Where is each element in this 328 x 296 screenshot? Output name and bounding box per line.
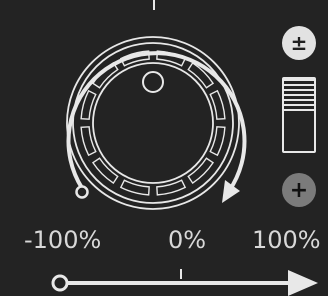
invert-polarity-button[interactable]: ±: [282, 26, 316, 60]
range-arrow-head-icon: [288, 270, 318, 296]
depth-fader[interactable]: [282, 77, 316, 153]
range-min-label: -100%: [24, 226, 102, 254]
arc-start-marker: [75, 185, 89, 199]
range-arrow-start-marker: [51, 274, 69, 292]
rotary-knob[interactable]: [66, 36, 240, 210]
knob-cap: [92, 62, 214, 184]
range-mid-label: 0%: [168, 226, 207, 254]
fader-level-fill: [284, 79, 314, 112]
plus-icon: +: [289, 177, 309, 203]
range-max-label: 100%: [252, 226, 321, 254]
plus-minus-icon: ±: [290, 31, 308, 55]
arc-end-arrow-icon: [222, 180, 240, 203]
add-button[interactable]: +: [282, 173, 316, 207]
